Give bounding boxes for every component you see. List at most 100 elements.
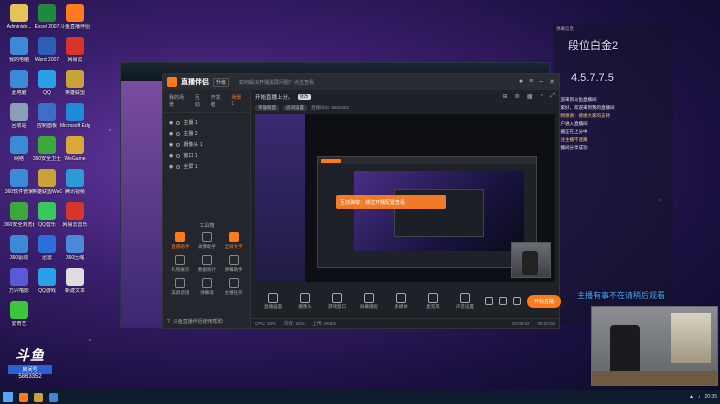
desktop-icon[interactable]: 360驱动 bbox=[4, 235, 34, 261]
desktop-app-icon bbox=[10, 169, 28, 187]
layout-icon[interactable]: ▦ bbox=[527, 93, 533, 100]
desktop-icon[interactable]: 迅雷 bbox=[32, 235, 62, 261]
eye-icon[interactable]: ◉ bbox=[169, 153, 173, 159]
gear-icon[interactable] bbox=[513, 297, 521, 305]
desktop-icon[interactable]: 360压缩 bbox=[60, 235, 90, 261]
toolbox-item[interactable]: 数据统计 bbox=[194, 255, 221, 273]
menu-icon[interactable]: ≡ bbox=[529, 78, 533, 86]
scene-type-icon bbox=[176, 142, 181, 147]
eye-icon[interactable]: ◉ bbox=[169, 120, 173, 126]
eye-icon[interactable]: ◉ bbox=[169, 164, 173, 170]
scene-item[interactable]: ◉ 摄像头 1 bbox=[169, 139, 244, 150]
toolbox-item[interactable]: 美颜滤镜 bbox=[167, 278, 194, 296]
windows-start-icon[interactable] bbox=[3, 392, 13, 402]
desktop-icon[interactable]: 斗鱼直播伴侣 bbox=[60, 4, 90, 30]
desktop-icon[interactable]: 控制面板 bbox=[32, 103, 62, 129]
tray-network-icon[interactable]: ▲ bbox=[689, 394, 694, 400]
toolbox-item[interactable]: 直播助手 bbox=[167, 232, 194, 250]
speaker-icon[interactable] bbox=[499, 297, 507, 305]
scene-list: ◉ 主播 1 ◉ 主播 2 ◉ 摄像头 1 ◉ 窗口 1 ◉ 全屏 1 bbox=[163, 113, 250, 176]
desktop-icon[interactable]: QQ bbox=[32, 70, 62, 96]
douyu-logo: 斗鱼 bbox=[15, 347, 45, 363]
source-button[interactable]: 声音设置 bbox=[453, 292, 477, 310]
category-chip[interactable]: 英雄联盟 bbox=[255, 104, 279, 111]
desktop-icon[interactable]: 360软件管家 bbox=[4, 169, 34, 195]
desktop-icon[interactable]: 腾讯视频 bbox=[60, 169, 90, 195]
tool-icon bbox=[201, 255, 212, 265]
source-button[interactable]: 游戏窗口 bbox=[325, 292, 349, 310]
bell-icon[interactable]: ◔ bbox=[540, 93, 544, 100]
desktop-icon[interactable]: 爱奇艺 bbox=[4, 301, 34, 327]
taskbar-folder-icon[interactable] bbox=[49, 392, 58, 402]
desktop-icon[interactable]: QQ音乐 bbox=[32, 202, 62, 228]
desktop-icon[interactable]: QQ游戏 bbox=[32, 268, 62, 294]
source-button[interactable]: 屏幕捕捉 bbox=[357, 292, 381, 310]
desktop-icon[interactable]: WeGame bbox=[60, 136, 90, 162]
desktop-icon-label: 回收站 bbox=[11, 123, 27, 129]
eye-icon[interactable]: ◉ bbox=[169, 142, 173, 148]
desktop-icon[interactable]: 回收站 bbox=[4, 103, 34, 129]
source-label: 多媒体 bbox=[394, 303, 408, 309]
scene-label: 主播 2 bbox=[183, 131, 198, 137]
desktop-app-icon bbox=[38, 169, 56, 187]
toolbox-item[interactable]: 弹幕墙 bbox=[194, 278, 221, 296]
scene-item[interactable]: ◉ 窗口 1 bbox=[169, 150, 244, 161]
room-settings-chip[interactable]: 房间设置 bbox=[283, 104, 307, 111]
desktop-icon[interactable]: 网易云 bbox=[60, 37, 90, 63]
edit-title-button[interactable]: 修改 bbox=[297, 93, 311, 100]
toolbox-item[interactable]: 主播任务 bbox=[220, 278, 247, 296]
desktop-icon-label: WeGame bbox=[64, 156, 86, 162]
start-live-button[interactable]: 开始直播 bbox=[527, 294, 562, 308]
streaming-app-window[interactable]: 直播伴侣 升级 如何解决开播黑屏问题？点击查看 ● ≡ – ✕ 我的场景 互动 开发… bbox=[162, 73, 562, 329]
record-icon[interactable] bbox=[485, 297, 493, 305]
toolbox-item[interactable]: 录像助手 bbox=[194, 232, 221, 250]
source-button[interactable]: 摄像头 bbox=[293, 292, 317, 310]
settings-icon[interactable]: ⚙ bbox=[515, 93, 520, 100]
expand-icon[interactable]: ⤢ bbox=[550, 93, 555, 100]
desktop-icon[interactable]: Microsoft Edge bbox=[60, 103, 90, 129]
avatar-icon[interactable]: ● bbox=[519, 78, 523, 86]
taskbar-app-icon[interactable] bbox=[19, 392, 28, 402]
desktop-icon-label: 迅雷 bbox=[41, 255, 52, 261]
desktop-icon[interactable]: 网络 bbox=[4, 136, 34, 162]
desktop-icon[interactable]: 英雄联盟WeGame bbox=[32, 169, 62, 195]
minimize-icon[interactable]: – bbox=[539, 78, 543, 86]
sidebar-tab[interactable]: 开发者 bbox=[211, 94, 226, 108]
desktop-icon[interactable]: 万兴喵影 bbox=[4, 268, 34, 294]
scene-item[interactable]: ◉ 全屏 1 bbox=[169, 161, 244, 172]
taskbar-game-icon[interactable] bbox=[34, 392, 43, 402]
scene-item[interactable]: ◉ 主播 1 bbox=[169, 117, 244, 128]
toolbox-item[interactable]: 弹幕助手 bbox=[220, 255, 247, 273]
desktop-app-icon bbox=[66, 169, 84, 187]
tool-label: 美颜滤镜 bbox=[171, 290, 190, 295]
desktop-icon[interactable]: Excel 2007 bbox=[32, 4, 62, 30]
source-button[interactable]: 多媒体 bbox=[389, 292, 413, 310]
room-meta-row: 英雄联盟 房间设置 直播间ID: 5863352 bbox=[251, 103, 559, 112]
desktop-icon[interactable]: Administr... bbox=[4, 4, 34, 30]
eye-icon[interactable]: ◉ bbox=[169, 131, 173, 137]
desktop-icon[interactable]: 我的电脑 bbox=[4, 37, 34, 63]
blackscreen-help-link[interactable]: 如何解决开播黑屏问题？点击查看 bbox=[239, 79, 314, 86]
desktop-icon[interactable]: 新建文本 bbox=[60, 268, 90, 294]
desktop-icon[interactable]: 360安全浏览器 bbox=[4, 202, 34, 228]
source-button[interactable]: 麦克风 bbox=[421, 292, 445, 310]
tool-label: 数据统计 bbox=[197, 267, 216, 272]
scene-item[interactable]: ◉ 主播 2 bbox=[169, 128, 244, 139]
live-preview[interactable]: 互动弹窗：通过开播配置查看 bbox=[255, 114, 555, 282]
desktop-icon[interactable]: 此电脑 bbox=[4, 70, 34, 96]
sidebar-tab[interactable]: 我的场景 bbox=[169, 94, 189, 108]
tray-volume-icon[interactable]: ♪ bbox=[698, 394, 701, 400]
desktop-icon[interactable]: Word 2007 bbox=[32, 37, 62, 63]
help-footer[interactable]: ? 斗鱼直播伴侣使用帮助 bbox=[167, 318, 223, 326]
share-icon[interactable]: ⊞ bbox=[502, 93, 507, 100]
sidebar-tab[interactable]: 场景1 bbox=[231, 94, 244, 108]
desktop-icon[interactable]: 360安全卫士 bbox=[32, 136, 62, 162]
toolbox-item[interactable]: 全屏文字 bbox=[220, 232, 247, 250]
sidebar-tab[interactable]: 互动 bbox=[195, 94, 205, 108]
desktop-icon[interactable]: 英雄联盟 bbox=[60, 70, 90, 96]
toolbox-item[interactable]: 礼物展示 bbox=[167, 255, 194, 273]
upgrade-badge[interactable]: 升级 bbox=[213, 77, 230, 87]
source-button[interactable]: 直播画面 bbox=[261, 292, 285, 310]
close-icon[interactable]: ✕ bbox=[549, 78, 555, 86]
desktop-icon[interactable]: 网易云音乐 bbox=[60, 202, 90, 228]
